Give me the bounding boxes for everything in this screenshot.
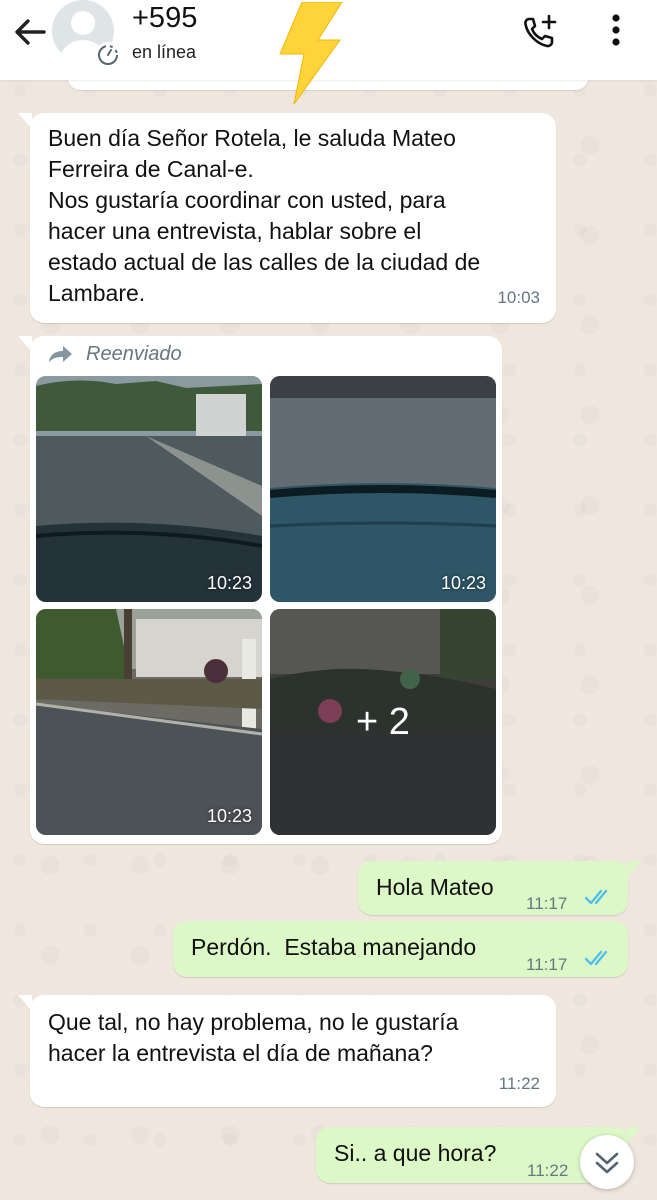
message-time: 11:22 [527, 1161, 569, 1180]
photo-time: 10:23 [206, 573, 252, 593]
photo-time: 10:23 [206, 806, 252, 826]
photo-thumbnail[interactable]: 10:23 [36, 376, 262, 602]
message-time: 11:17 [526, 894, 568, 913]
more-options-button[interactable] [598, 12, 634, 52]
scroll-to-bottom-button[interactable] [580, 1135, 634, 1189]
chevron-double-down-icon [595, 1152, 619, 1174]
message-text: Que tal, no hay problema, no le gustaría… [48, 1009, 459, 1066]
high-voltage-emoji [279, 2, 343, 104]
message-time: 11:17 [526, 955, 568, 974]
street-photo [36, 376, 262, 602]
contact-name[interactable]: +595 [132, 2, 197, 35]
add-call-button[interactable] [520, 12, 560, 52]
photo-thumbnail[interactable]: 10:23 [270, 376, 496, 602]
photo-time: 10:23 [440, 573, 486, 593]
arrow-left-icon [15, 19, 46, 45]
message-incoming[interactable]: Buen día Señor Rotela, le saluda Mateo F… [30, 113, 556, 323]
more-vert-icon [612, 14, 620, 46]
more-photos-overlay[interactable]: + 2 [270, 609, 496, 835]
photo-thumbnail[interactable]: 10:23 [36, 609, 262, 835]
add-call-icon [524, 14, 557, 48]
message-time: 11:22 [498, 1074, 540, 1093]
forwarded-label: Reenviado [86, 343, 182, 365]
message-text: Perdón. Estaba manejando [191, 934, 477, 960]
disappearing-timer-icon [95, 42, 121, 68]
message-text: Si.. a que hora? [334, 1140, 497, 1166]
forwarded-icon [49, 346, 72, 362]
message-time: 10:03 [497, 288, 540, 307]
contact-status: en línea [132, 42, 197, 62]
message-outgoing[interactable]: Perdón. Estaba manejando 11:17 [173, 921, 628, 977]
message-text: Buen día Señor Rotela, le saluda Mateo F… [48, 125, 481, 306]
message-incoming[interactable]: Que tal, no hay problema, no le gustaría… [30, 995, 556, 1107]
double-check-icon [584, 889, 608, 905]
double-check-icon [584, 950, 608, 966]
back-button[interactable] [10, 12, 50, 52]
message-text: Hola Mateo [376, 874, 494, 900]
street-photo [270, 376, 496, 602]
message-outgoing[interactable]: Hola Mateo 11:17 [358, 861, 628, 915]
photo-thumbnail[interactable]: + 2 [270, 609, 496, 835]
street-photo [36, 609, 262, 835]
